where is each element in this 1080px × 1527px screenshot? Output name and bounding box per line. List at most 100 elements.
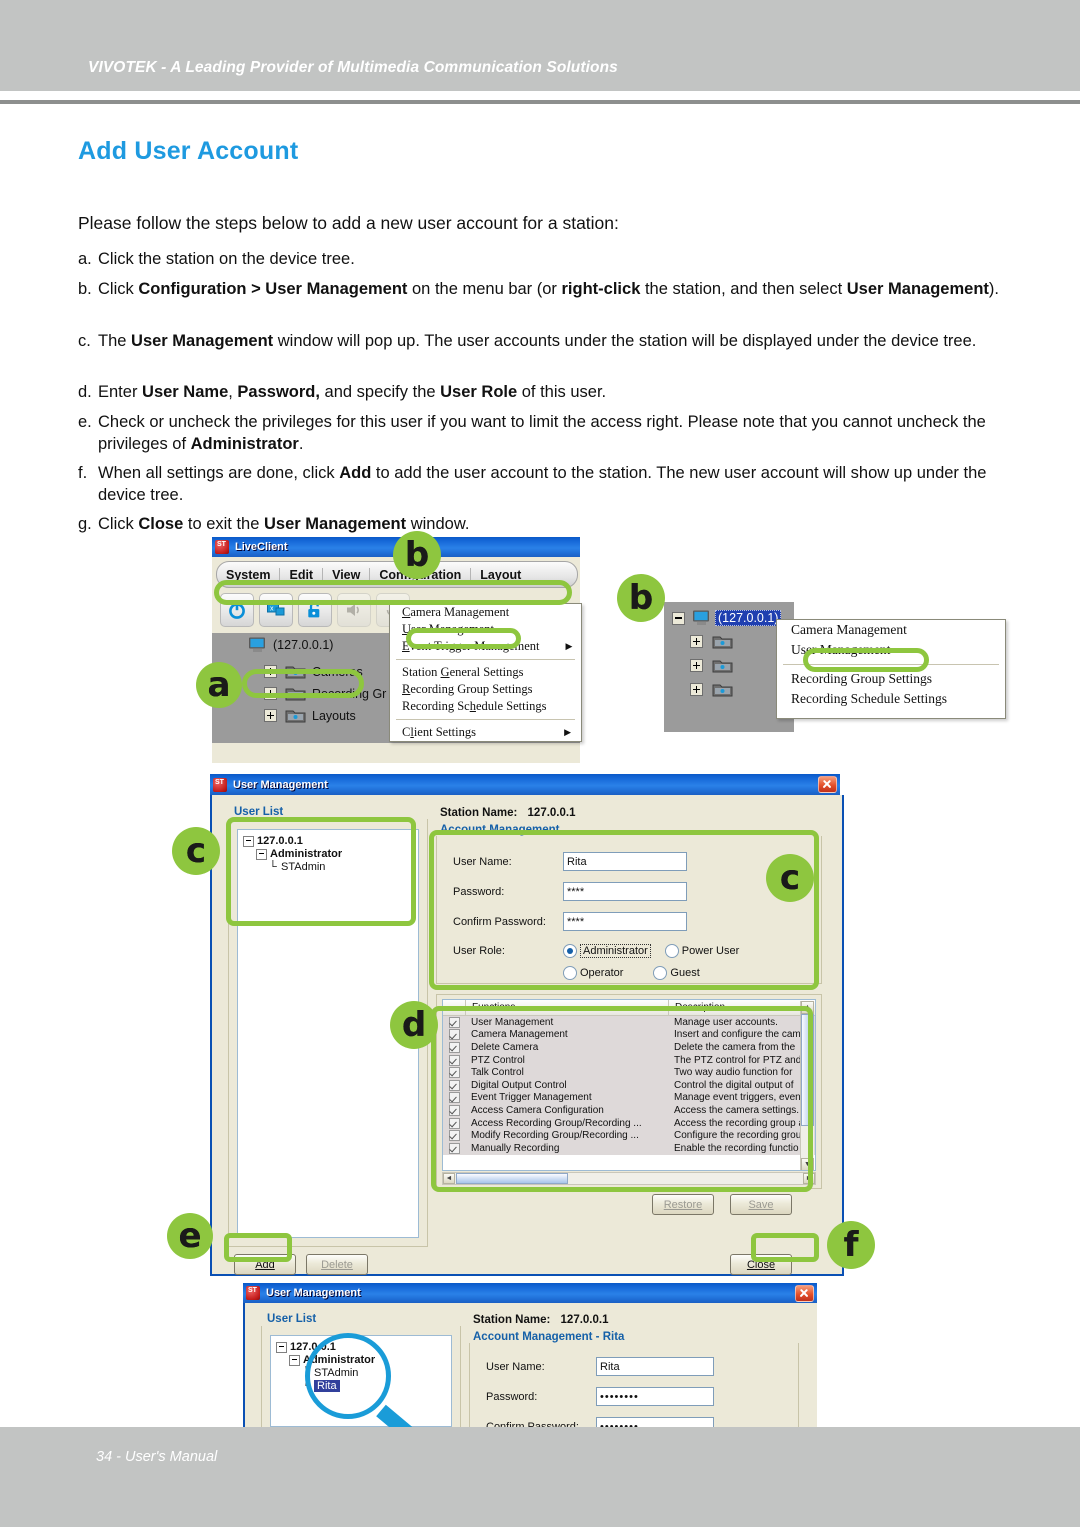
privilege-checkbox-cell[interactable] xyxy=(443,1117,465,1129)
checkbox-checked-icon[interactable] xyxy=(448,1130,460,1142)
menu-edit[interactable]: Edit xyxy=(280,567,324,582)
privilege-row[interactable]: Digital Output Control Control the digita… xyxy=(443,1078,815,1092)
config-menu-item-recording-group-settings[interactable]: Recording Group Settings xyxy=(390,681,581,698)
station-context-menu[interactable]: Camera Management User Management Recordin… xyxy=(776,619,1006,719)
configuration-dropdown-menu[interactable]: Camera Management User Management Event Tr… xyxy=(389,603,582,742)
privileges-horizontal-scrollbar[interactable]: ◄ ► xyxy=(442,1172,816,1185)
expand-icon[interactable] xyxy=(264,687,277,700)
config-menu-item-client-settings[interactable]: Client Settings ▶ xyxy=(390,724,581,741)
collapse-icon[interactable] xyxy=(276,1341,287,1353)
privilege-row[interactable]: Access Recording Group/Recording ... Acce… xyxy=(443,1116,815,1130)
context-tree-root-row[interactable]: (127.0.0.1) xyxy=(672,610,782,626)
device-tree-item-3[interactable]: Layouts xyxy=(264,708,356,723)
horizontal-scroll-thumb[interactable] xyxy=(456,1173,568,1184)
collapse-icon[interactable] xyxy=(289,1354,300,1366)
checkbox-checked-icon[interactable] xyxy=(448,1142,460,1154)
user-tree-item-administrator[interactable]: Administrator xyxy=(256,848,342,860)
privilege-row[interactable]: Modify Recording Group/Recording ... Conf… xyxy=(443,1129,815,1142)
privileges-vertical-scrollbar[interactable]: ▲ ▼ xyxy=(800,1001,814,1170)
menu-view[interactable]: View xyxy=(323,567,371,582)
privilege-row[interactable]: Access Camera Configuration Access the ca… xyxy=(443,1104,815,1117)
context-tree-child-1[interactable] xyxy=(690,634,733,649)
privilege-checkbox-cell[interactable] xyxy=(443,1041,465,1053)
after-user-name-input[interactable]: Rita xyxy=(596,1357,714,1376)
config-menu-item-recording-schedule-settings[interactable]: Recording Schedule Settings xyxy=(390,698,581,715)
privilege-checkbox-cell[interactable] xyxy=(443,1079,465,1091)
collapse-icon[interactable] xyxy=(243,835,254,847)
expand-icon[interactable] xyxy=(690,635,703,648)
close-icon[interactable] xyxy=(795,1284,814,1302)
checkbox-checked-icon[interactable] xyxy=(448,1117,460,1129)
context-tree-child-3[interactable] xyxy=(690,682,733,697)
checkbox-checked-icon[interactable] xyxy=(448,1067,460,1079)
privilege-checkbox-cell[interactable] xyxy=(443,1016,465,1028)
menu-layout[interactable]: Layout xyxy=(471,568,530,582)
unlock-icon[interactable] xyxy=(298,593,332,627)
privilege-row[interactable]: Camera Management Insert and configure th… xyxy=(443,1028,815,1042)
checkbox-checked-icon[interactable] xyxy=(448,1016,460,1028)
restore-button[interactable]: Restore xyxy=(652,1194,714,1215)
radio-administrator-label[interactable]: Administrator xyxy=(580,944,651,958)
speaker-icon[interactable] xyxy=(337,593,371,627)
menu-system[interactable]: System xyxy=(217,567,281,582)
context-tree-panel[interactable]: (127.0.0.1) xyxy=(664,602,794,732)
privileges-header-functions[interactable]: Functions xyxy=(466,1000,669,1015)
scroll-up-icon[interactable]: ▲ xyxy=(801,1001,814,1014)
privilege-checkbox-cell[interactable] xyxy=(443,1054,465,1066)
radio-power-user-label[interactable]: Power User xyxy=(682,945,739,957)
device-tree-item-0[interactable]: (127.0.0.1) xyxy=(248,637,333,653)
scroll-left-icon[interactable]: ◄ xyxy=(443,1173,455,1184)
context-menu-item-recording-group-settings[interactable]: Recording Group Settings xyxy=(777,669,1005,689)
context-menu-item-camera-management[interactable]: Camera Management xyxy=(777,620,1005,640)
vertical-scroll-thumb[interactable] xyxy=(801,1014,814,1126)
privilege-checkbox-cell[interactable] xyxy=(443,1130,465,1142)
liveclient-toolbar[interactable]: x xyxy=(220,593,410,627)
expand-icon[interactable] xyxy=(264,709,277,722)
config-menu-item-camera-management[interactable]: Camera Management xyxy=(390,604,581,621)
user-name-input[interactable]: Rita xyxy=(563,852,687,871)
context-tree-child-2[interactable] xyxy=(690,658,733,673)
radio-guest[interactable] xyxy=(653,966,668,980)
radio-operator[interactable] xyxy=(563,966,577,980)
device-tree-item-2[interactable]: Recording Gr xyxy=(264,686,386,701)
privilege-row[interactable]: Event Trigger Management Manage event tri… xyxy=(443,1091,815,1105)
checkbox-checked-icon[interactable] xyxy=(448,1041,460,1053)
context-menu-item-recording-schedule-settings[interactable]: Recording Schedule Settings xyxy=(777,689,1005,709)
privilege-row[interactable]: Delete Camera Delete the camera from the xyxy=(443,1041,815,1054)
privileges-list[interactable]: Functions Description User Management Man… xyxy=(442,999,816,1171)
disconnect-icon[interactable]: x xyxy=(259,593,293,627)
privilege-row[interactable]: Talk Control Two way audio function for xyxy=(443,1066,815,1079)
user-tree-item-stadmin[interactable]: └ STAdmin xyxy=(269,861,325,873)
privilege-checkbox-cell[interactable] xyxy=(443,1142,465,1154)
scroll-down-icon[interactable]: ▼ xyxy=(801,1158,814,1170)
context-menu-item-user-management[interactable]: User Management xyxy=(777,640,1005,660)
config-menu-item-user-management[interactable]: User Management xyxy=(390,621,581,638)
confirm-password-input[interactable]: **** xyxy=(563,912,687,931)
privileges-header-description[interactable]: Description xyxy=(669,1000,815,1015)
privilege-checkbox-cell[interactable] xyxy=(443,1067,465,1079)
close-icon[interactable] xyxy=(818,776,837,793)
checkbox-checked-icon[interactable] xyxy=(448,1029,460,1041)
privilege-row[interactable]: Manually Recording Enable the recording f… xyxy=(443,1141,815,1155)
device-tree-item-1[interactable]: Cameras xyxy=(264,664,363,679)
checkbox-checked-icon[interactable] xyxy=(448,1092,460,1104)
scroll-right-icon[interactable]: ► xyxy=(803,1173,815,1184)
user-tree-item-127-0-0-1[interactable]: 127.0.0.1 xyxy=(243,835,303,847)
privilege-row[interactable]: PTZ Control The PTZ control for PTZ and xyxy=(443,1053,815,1067)
radio-guest-label[interactable]: Guest xyxy=(670,967,699,979)
config-menu-item-station-general-settings[interactable]: Station General Settings xyxy=(390,664,581,681)
add-button[interactable]: Add xyxy=(234,1254,296,1275)
expand-icon[interactable] xyxy=(690,683,703,696)
radio-power-user[interactable] xyxy=(664,944,679,958)
password-input[interactable]: **** xyxy=(563,882,687,901)
privilege-checkbox-cell[interactable] xyxy=(443,1092,465,1104)
privilege-row[interactable]: User Management Manage user accounts. xyxy=(443,1016,815,1029)
checkbox-checked-icon[interactable] xyxy=(448,1054,460,1066)
radio-administrator[interactable] xyxy=(563,944,577,958)
close-button[interactable]: Close xyxy=(730,1254,792,1275)
power-icon[interactable] xyxy=(220,593,254,627)
collapse-icon[interactable] xyxy=(672,611,685,625)
delete-button[interactable]: Delete xyxy=(306,1254,368,1275)
checkbox-checked-icon[interactable] xyxy=(448,1104,460,1116)
radio-operator-label[interactable]: Operator xyxy=(580,967,623,979)
